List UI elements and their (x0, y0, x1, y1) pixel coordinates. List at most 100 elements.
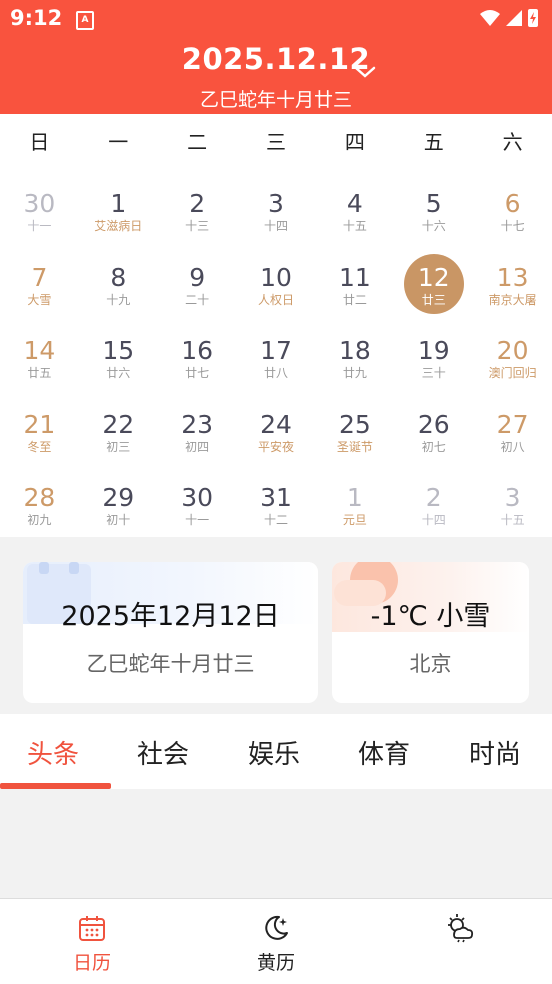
date-title-row[interactable]: 2025.12.12 (0, 42, 552, 76)
calendar-day[interactable]: 2 十四 (394, 462, 473, 536)
day-lunar-label: 大雪 (27, 292, 52, 307)
weekday-label: 二 (187, 130, 208, 154)
calendar-day[interactable]: 2 十三 (158, 168, 237, 242)
date-card-lunar: 乙巳蛇年十月廿三 (86, 652, 255, 676)
calendar-day[interactable]: 23 初四 (158, 389, 237, 463)
calendar-day[interactable]: 3 十五 (473, 462, 552, 536)
calendar-day[interactable]: 18 廿九 (315, 315, 394, 389)
nav-item-weather[interactable] (368, 899, 552, 984)
day-lunar-label: 十九 (106, 292, 131, 307)
day-lunar-label: 初八 (500, 439, 525, 454)
calendar-day[interactable]: 29 初十 (79, 462, 158, 536)
day-lunar-label: 十一 (27, 219, 52, 233)
date-title[interactable]: 2025.12.12 (182, 42, 370, 76)
calendar-day[interactable]: 5 十六 (394, 168, 473, 242)
day-number: 1 (346, 483, 363, 513)
day-lunar-label: 廿二 (342, 292, 367, 307)
calendar-day[interactable]: 24 平安夜 (237, 389, 316, 463)
calendar-day[interactable]: 21 冬至 (0, 389, 79, 463)
day-number: 29 (102, 483, 135, 513)
nav-item-calendar[interactable]: 日历 (0, 899, 184, 984)
tab-toutiao[interactable]: 头条 (27, 734, 79, 771)
weekday-label: 四 (344, 130, 365, 154)
day-lunar-label: 三十 (421, 366, 446, 381)
calendar-day[interactable]: 30 十一 (158, 462, 237, 536)
calendar-day[interactable]: 28 初九 (0, 462, 79, 536)
day-lunar-label: 澳门回归 (488, 366, 537, 381)
day-number: 10 (260, 262, 292, 292)
day-lunar-label: 十四 (421, 513, 446, 528)
calendar-day[interactable]: 17 廿八 (237, 315, 316, 389)
day-number: 21 (23, 409, 56, 439)
calendar-day[interactable]: 30 十一 (0, 168, 79, 242)
weather-city: 北京 (409, 652, 452, 676)
calendar-day[interactable]: 22 初三 (79, 389, 158, 463)
nav-item-almanac[interactable]: 黄历 (184, 899, 368, 984)
day-lunar-label: 人权日 (258, 292, 295, 307)
chevron-down-icon[interactable] (354, 64, 376, 80)
calendar-day[interactable]: 4 十五 (315, 168, 394, 242)
calendar-week-row: 14 廿五 15 廿六 16 廿七 17 廿八 18 廿九 19 三十 20 澳门回归 (0, 315, 552, 389)
calendar-week-row: 21 冬至 22 初三 23 初四 24 平安夜 25 圣诞节 26 初七 27 初八 (0, 389, 552, 463)
date-card[interactable]: 2025年12月12日 乙巳蛇年十月廿三 (23, 562, 318, 703)
calendar-day[interactable]: 3 十四 (237, 168, 316, 242)
day-number: 7 (31, 262, 48, 292)
weekday-label: 六 (502, 130, 523, 154)
day-number: 9 (189, 262, 206, 292)
calendar-day[interactable]: 14 廿五 (0, 315, 79, 389)
day-number: 17 (260, 336, 292, 366)
calendar-day[interactable]: 26 初七 (394, 389, 473, 463)
calendar-day[interactable]: 31 十二 (237, 462, 316, 536)
calendar-day[interactable]: 20 澳门回归 (473, 315, 552, 389)
system-status-icons (480, 9, 538, 27)
day-lunar-label: 圣诞节 (336, 439, 373, 454)
day-lunar-label: 初三 (106, 439, 131, 454)
calendar-week-row: 30 十一 1 艾滋病日 2 十三 3 十四 4 十五 5 十六 6 十七 (0, 168, 552, 242)
header-bar: 9:12 A 2025.12.12 乙巳蛇年十月廿三 (0, 0, 552, 114)
tab-tiyu[interactable]: 体育 (358, 734, 410, 771)
tab-yule[interactable]: 娱乐 (248, 734, 300, 771)
tab-shishang[interactable]: 时尚 (469, 734, 521, 771)
calendar-day[interactable]: 6 十七 (473, 168, 552, 242)
status-bar: 9:12 A (0, 0, 552, 36)
day-number: 18 (338, 336, 371, 366)
status-time: 9:12 (10, 6, 63, 30)
moon-icon (265, 915, 288, 940)
calendar-day[interactable]: 15 廿六 (79, 315, 158, 389)
day-lunar-label: 二十 (185, 292, 210, 307)
calendar-day[interactable]: 8 十九 (79, 242, 158, 316)
day-number: 30 (23, 189, 56, 218)
day-number: 23 (181, 409, 214, 439)
day-number: 11 (338, 262, 371, 292)
day-lunar-label: 廿六 (106, 366, 131, 381)
calendar-day[interactable]: 16 廿七 (158, 315, 237, 389)
nav-label-calendar: 日历 (72, 952, 111, 974)
calendar-day-selected[interactable]: 12 廿三 (394, 242, 473, 316)
news-tabs: 头条 社会 娱乐 体育 时尚 (0, 714, 552, 790)
tab-shehui[interactable]: 社会 (137, 734, 189, 771)
day-lunar-label: 十五 (500, 513, 525, 528)
weather-card[interactable]: -1℃ 小雪 北京 (332, 562, 529, 703)
day-number: 19 (417, 336, 450, 366)
day-lunar-label: 初十 (106, 513, 131, 528)
calendar-day[interactable]: 25 圣诞节 (315, 389, 394, 463)
calendar-day[interactable]: 10 人权日 (237, 242, 316, 316)
day-number: 20 (496, 336, 529, 366)
weekday-label: 三 (266, 130, 286, 154)
day-lunar-label: 十一 (185, 513, 210, 528)
calendar-day[interactable]: 1 艾滋病日 (79, 168, 158, 242)
calendar-day[interactable]: 13 南京大屠 (473, 242, 552, 316)
day-lunar-label: 冬至 (27, 439, 52, 454)
calendar-day[interactable]: 1 元旦 (315, 462, 394, 536)
calendar-day[interactable]: 11 廿二 (315, 242, 394, 316)
day-number: 26 (417, 409, 450, 439)
day-number: 28 (23, 483, 56, 513)
calendar-day[interactable]: 27 初八 (473, 389, 552, 463)
calendar-week-row: 7 大雪 8 十九 9 二十 10 人权日 11 廿二 12 廿三 13 南京大屠 (0, 242, 552, 316)
day-lunar-label: 南京大屠 (488, 292, 537, 307)
calendar-day[interactable]: 19 三十 (394, 315, 473, 389)
calendar-day[interactable]: 9 二十 (158, 242, 237, 316)
day-lunar-label: 廿九 (342, 366, 367, 381)
calendar-day[interactable]: 7 大雪 (0, 242, 79, 316)
day-lunar-label: 十二 (264, 513, 289, 528)
